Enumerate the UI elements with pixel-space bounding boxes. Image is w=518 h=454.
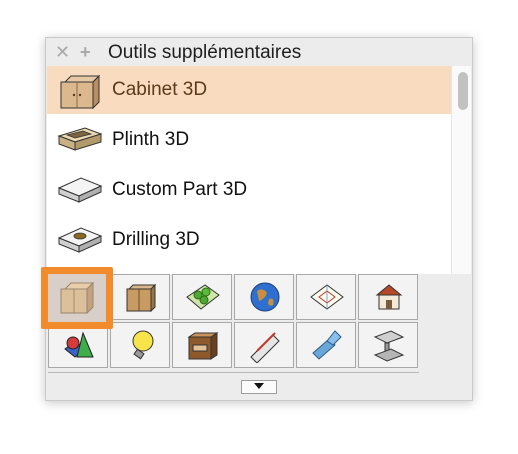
tool-steel-beam[interactable] xyxy=(358,322,418,368)
steel-beam-icon xyxy=(373,330,405,362)
list-item-label: Drilling 3D xyxy=(112,229,200,250)
landscape-plants-icon xyxy=(186,284,220,310)
cabinet-3d-icon xyxy=(60,74,101,110)
plinth-3d-icon xyxy=(57,127,103,151)
drilling-3d-icon xyxy=(57,227,103,253)
drawer-cabinet-icon xyxy=(187,332,219,360)
tool-light[interactable] xyxy=(110,322,170,368)
list-item-cabinet-3d[interactable]: Cabinet 3D xyxy=(47,66,451,114)
tool-globe[interactable] xyxy=(234,274,294,320)
house-icon xyxy=(375,284,403,310)
cabinet-3d-icon xyxy=(60,281,95,315)
list-item-label: Plinth 3D xyxy=(112,129,190,150)
tool-list: Cabinet 3D Plinth 3D Custom Part 3D Dril… xyxy=(47,66,471,274)
close-icon[interactable]: ✕ xyxy=(55,42,70,62)
tool-house[interactable] xyxy=(358,274,418,320)
ruler-pencil-icon xyxy=(250,332,280,363)
title-bar: ✕ + Outils supplémentaires xyxy=(46,38,472,66)
list-item-drilling-3d[interactable]: Drilling 3D xyxy=(47,216,451,264)
site-plan-icon xyxy=(310,284,344,310)
light-bulb-icon xyxy=(132,330,154,360)
pipe-tee-icon xyxy=(312,330,342,360)
plus-icon[interactable]: + xyxy=(80,42,91,62)
globe-icon xyxy=(250,282,280,312)
cabinet-icon xyxy=(126,283,157,313)
list-item-label: Cabinet 3D xyxy=(112,79,208,100)
list-item-plinth-3d[interactable]: Plinth 3D xyxy=(47,116,451,164)
primitives-3d-icon xyxy=(64,331,94,358)
window-title: Outils supplémentaires xyxy=(108,42,302,63)
tool-pipe[interactable] xyxy=(296,322,356,368)
tool-ruler-pencil[interactable] xyxy=(234,322,294,368)
custom-part-3d-icon xyxy=(57,177,103,203)
triangle-down-icon[interactable] xyxy=(241,380,277,394)
tool-palette-window: ✕ + Outils supplémentaires Cabinet 3D Pl… xyxy=(41,37,473,401)
selected-tool-highlight[interactable] xyxy=(41,267,113,329)
divider xyxy=(48,372,419,373)
tool-drawer-cabinet[interactable] xyxy=(172,322,232,368)
list-item-label: Custom Part 3D xyxy=(112,179,248,200)
tool-site-plan[interactable] xyxy=(296,274,356,320)
vertical-scrollbar[interactable] xyxy=(451,66,471,274)
tool-cabinet[interactable] xyxy=(110,274,170,320)
list-item-custom-part-3d[interactable]: Custom Part 3D xyxy=(47,166,451,214)
tool-landscape[interactable] xyxy=(172,274,232,320)
scrollbar-thumb[interactable] xyxy=(458,72,468,110)
